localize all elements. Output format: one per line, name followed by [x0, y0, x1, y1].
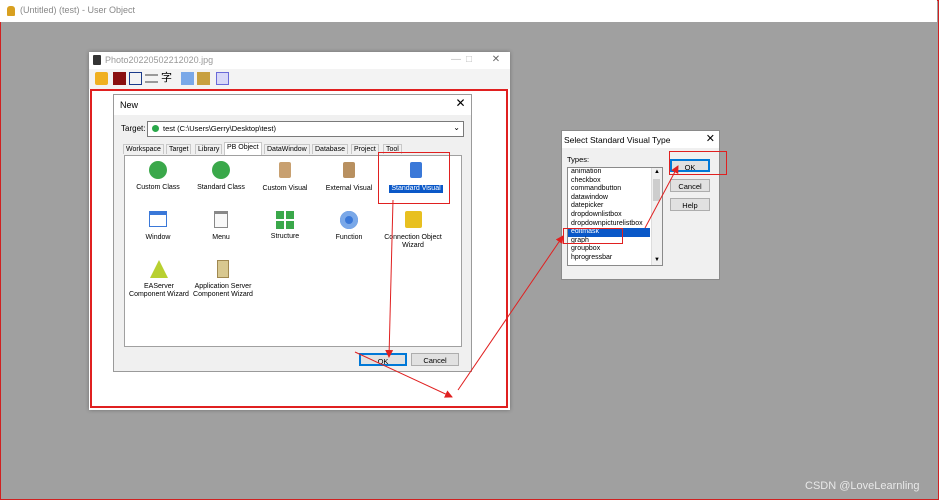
- ok-button[interactable]: OK: [359, 353, 407, 366]
- types-label: Types:: [567, 155, 590, 164]
- target-label: Target:: [121, 124, 146, 133]
- item-window[interactable]: Window: [127, 210, 189, 242]
- scroll-down-icon[interactable]: ▼: [652, 256, 662, 265]
- app-icon: [7, 6, 15, 16]
- item-label: Function: [335, 234, 363, 241]
- window-icon: [148, 211, 168, 231]
- item-menu[interactable]: Menu: [190, 210, 252, 242]
- tab-datawindow[interactable]: DataWindow: [264, 144, 310, 154]
- photo-titlebar: Photo20220502212020.jpg — □ ✕: [89, 52, 510, 69]
- annotation-box: [378, 152, 450, 204]
- list-item[interactable]: animation: [568, 168, 662, 177]
- app-titlebar: (Untitled) (test) - User Object: [0, 0, 937, 22]
- list-item[interactable]: dropdownpicturelistbox: [568, 220, 662, 229]
- function-icon: [339, 211, 359, 231]
- help-button[interactable]: Help: [670, 198, 710, 211]
- dialog-titlebar: Select Standard Visual Type ✕: [562, 131, 719, 148]
- item-label: EAServer Component Wizard: [129, 283, 189, 298]
- lines-icon[interactable]: [145, 74, 158, 83]
- menu-icon: [211, 211, 231, 231]
- cancel-button[interactable]: Cancel: [670, 179, 710, 192]
- list-item[interactable]: datepicker: [568, 202, 662, 211]
- cancel-button[interactable]: Cancel: [411, 353, 459, 366]
- tab-pb-object[interactable]: PB Object: [224, 142, 262, 155]
- connection-wizard-icon: [403, 211, 423, 231]
- minimize-icon[interactable]: —: [449, 54, 463, 66]
- external-visual-icon: [339, 162, 359, 182]
- item-label: External Visual: [325, 185, 373, 192]
- open-icon[interactable]: [95, 72, 108, 85]
- item-label: Standard Class: [197, 184, 245, 191]
- item-custom-visual[interactable]: Custom Visual: [254, 160, 316, 193]
- new-dialog: New ✕ Target: test (C:\Users\Gerry\Deskt…: [113, 94, 472, 372]
- text-icon[interactable]: 字: [161, 72, 174, 85]
- list-item[interactable]: dropdownlistbox: [568, 211, 662, 220]
- item-custom-class[interactable]: Custom Class: [127, 160, 189, 192]
- scroll-up-icon[interactable]: ▲: [652, 168, 662, 177]
- item-label: Connection Object Wizard: [384, 234, 442, 249]
- pen-icon[interactable]: [216, 72, 229, 85]
- item-external-visual[interactable]: External Visual: [318, 160, 380, 193]
- scroll-thumb[interactable]: [653, 179, 660, 201]
- photo-toolbar: 字: [89, 69, 510, 90]
- item-appserver-wizard[interactable]: Application Server Component Wizard: [189, 259, 257, 299]
- dialog-title: New: [120, 100, 139, 110]
- structure-icon: [275, 210, 295, 230]
- item-label: Window: [145, 234, 171, 241]
- item-label: Custom Visual: [262, 185, 308, 192]
- item-standard-class[interactable]: Standard Class: [190, 160, 252, 192]
- custom-visual-icon: [275, 162, 295, 182]
- copy-icon[interactable]: [181, 72, 194, 85]
- close-icon[interactable]: ✕: [489, 54, 503, 66]
- easerver-wizard-icon: [149, 260, 169, 280]
- list-item[interactable]: hprogressbar: [568, 254, 662, 263]
- appserver-wizard-icon: [213, 260, 233, 280]
- annotation-box: [563, 228, 623, 244]
- dialog-title: Select Standard Visual Type: [564, 135, 671, 145]
- tab-workspace[interactable]: Workspace: [123, 144, 164, 154]
- paste-icon[interactable]: [197, 72, 210, 85]
- close-icon[interactable]: ✕: [706, 133, 715, 146]
- custom-class-icon: [148, 161, 168, 181]
- item-function[interactable]: Function: [318, 210, 380, 242]
- close-icon[interactable]: ✕: [454, 97, 467, 110]
- tab-library[interactable]: Library: [195, 144, 223, 154]
- tab-project[interactable]: Project: [351, 144, 379, 154]
- watermark: CSDN @LoveLearnling: [805, 480, 920, 492]
- item-structure[interactable]: Structure: [254, 210, 316, 241]
- list-item[interactable]: commandbutton: [568, 185, 662, 194]
- chevron-down-icon: ⌄: [453, 123, 460, 132]
- item-easerver-wizard[interactable]: EAServer Component Wizard: [125, 259, 193, 299]
- tab-target[interactable]: Target: [166, 144, 192, 154]
- item-label: Structure: [270, 233, 300, 240]
- target-value: test (C:\Users\Gerry\Desktop\test): [163, 124, 276, 133]
- item-label: Menu: [212, 234, 230, 241]
- standard-class-icon: [211, 161, 231, 181]
- scrollbar[interactable]: ▲ ▼: [651, 168, 662, 265]
- item-label: Custom Class: [136, 184, 180, 191]
- list-item[interactable]: checkbox: [568, 177, 662, 186]
- color-icon[interactable]: [113, 72, 126, 85]
- maximize-icon[interactable]: □: [462, 54, 476, 66]
- photo-title: Photo20220502212020.jpg: [105, 55, 214, 65]
- annotation-box: [669, 151, 727, 175]
- item-label: Application Server Component Wizard: [193, 283, 253, 298]
- types-list[interactable]: animation checkbox commandbutton datawin…: [567, 167, 663, 266]
- target-icon: [152, 125, 159, 132]
- app-title: (Untitled) (test) - User Object: [20, 5, 136, 15]
- list-item[interactable]: groupbox: [568, 245, 662, 254]
- printer-icon: [93, 55, 101, 65]
- item-connection-wizard[interactable]: Connection Object Wizard: [382, 210, 444, 250]
- list-item[interactable]: datawindow: [568, 194, 662, 203]
- rectangle-icon[interactable]: [129, 72, 142, 85]
- tab-database[interactable]: Database: [312, 144, 348, 154]
- target-select[interactable]: test (C:\Users\Gerry\Desktop\test) ⌄: [147, 121, 464, 137]
